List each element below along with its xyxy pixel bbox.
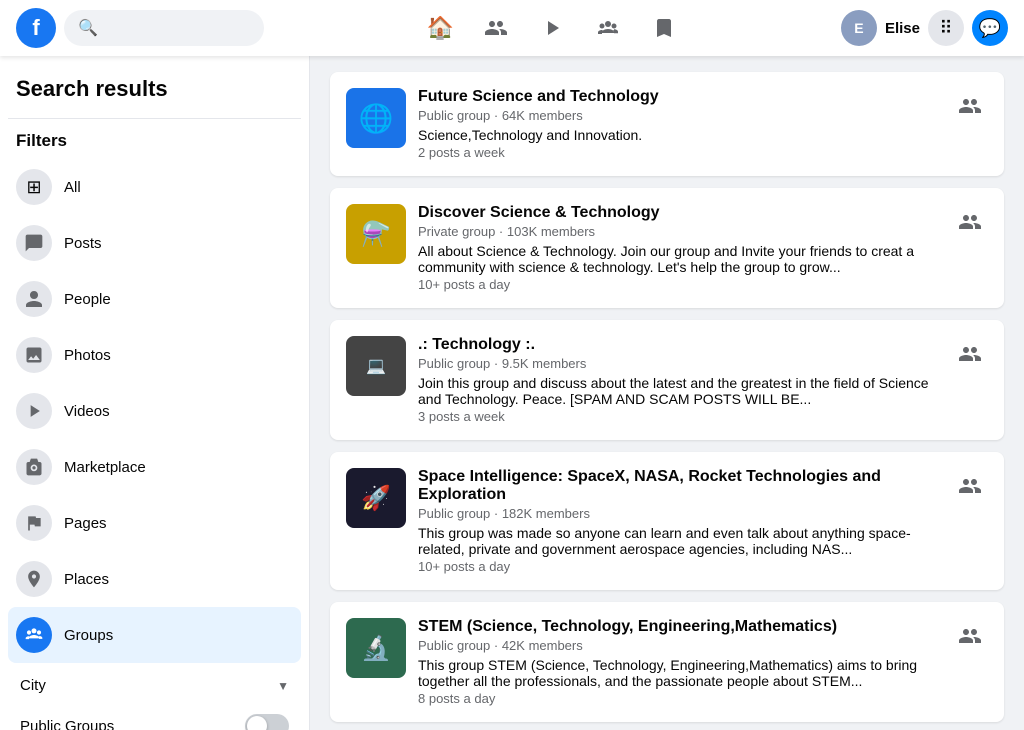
- group-desc-space-intelligence: This group was made so anyone can learn …: [418, 525, 940, 557]
- app-launcher-button[interactable]: ⠿: [928, 10, 964, 46]
- sidebar-item-label-marketplace: Marketplace: [64, 459, 146, 476]
- group-avatar-discover-science: ⚗️: [346, 204, 406, 264]
- group-join-button-space-intelligence[interactable]: [952, 468, 988, 504]
- user-name: Elise: [885, 20, 920, 37]
- search-icon: 🔍: [78, 18, 98, 38]
- sidebar-item-groups[interactable]: Groups: [8, 607, 301, 663]
- videos-icon: [16, 393, 52, 429]
- public-groups-label: Public Groups: [20, 718, 114, 730]
- group-desc-stem: This group STEM (Science, Technology, En…: [418, 657, 940, 689]
- groups-icon: [16, 617, 52, 653]
- sidebar-item-photos[interactable]: Photos: [8, 327, 301, 383]
- group-name-space-intelligence[interactable]: Space Intelligence: SpaceX, NASA, Rocket…: [418, 468, 940, 504]
- sidebar-item-places[interactable]: Places: [8, 551, 301, 607]
- nav-right: E Elise ⠿ 💬: [841, 10, 1008, 46]
- group-activity-technology: 3 posts a week: [418, 409, 940, 424]
- group-activity-discover-science: 10+ posts a day: [418, 277, 940, 292]
- group-meta-technology: Public group · 9.5K members: [418, 356, 940, 371]
- sidebar-item-label-photos: Photos: [64, 347, 111, 364]
- home-nav-button[interactable]: 🏠: [416, 4, 464, 52]
- photos-icon: [16, 337, 52, 373]
- sidebar-item-videos[interactable]: Videos: [8, 383, 301, 439]
- main-content: 🌐 Future Science and Technology Public g…: [310, 56, 1024, 730]
- group-desc-discover-science: All about Science & Technology. Join our…: [418, 243, 940, 275]
- people-icon: [16, 281, 52, 317]
- group-join-button-technology[interactable]: [952, 336, 988, 372]
- group-join-button-discover-science[interactable]: [952, 204, 988, 240]
- group-info-stem: STEM (Science, Technology, Engineering,M…: [418, 618, 940, 706]
- search-input[interactable]: technology: [104, 20, 254, 37]
- marketplace-icon: [16, 449, 52, 485]
- sidebar-item-label-groups: Groups: [64, 627, 113, 644]
- search-box: 🔍 technology: [64, 10, 264, 46]
- group-name-future-science[interactable]: Future Science and Technology: [418, 88, 940, 106]
- sidebar-title: Search results: [8, 68, 301, 114]
- nav-left: f 🔍 technology: [16, 8, 264, 48]
- group-info-discover-science: Discover Science & Technology Private gr…: [418, 204, 940, 292]
- sidebar-item-label-places: Places: [64, 571, 109, 588]
- saved-nav-button[interactable]: [640, 4, 688, 52]
- sidebar-item-marketplace[interactable]: Marketplace: [8, 439, 301, 495]
- group-meta-space-intelligence: Public group · 182K members: [418, 506, 940, 521]
- all-icon: ⊞: [16, 169, 52, 205]
- sidebar-divider: [8, 118, 301, 119]
- messenger-button[interactable]: 💬: [972, 10, 1008, 46]
- places-icon: [16, 561, 52, 597]
- sidebar-item-label-all: All: [64, 179, 81, 196]
- group-avatar-technology: 💻: [346, 336, 406, 396]
- group-card-stem: 🔬 STEM (Science, Technology, Engineering…: [330, 602, 1004, 722]
- group-join-button-stem[interactable]: [952, 618, 988, 654]
- group-avatar-future-science: 🌐: [346, 88, 406, 148]
- pages-icon: [16, 505, 52, 541]
- group-info-space-intelligence: Space Intelligence: SpaceX, NASA, Rocket…: [418, 468, 940, 574]
- group-join-button-future-science[interactable]: [952, 88, 988, 124]
- group-card-technology: 💻 .: Technology :. Public group · 9.5K m…: [330, 320, 1004, 440]
- watch-nav-button[interactable]: [528, 4, 576, 52]
- sidebar-item-label-pages: Pages: [64, 515, 107, 532]
- sidebar-item-all[interactable]: ⊞ All: [8, 159, 301, 215]
- group-meta-future-science: Public group · 64K members: [418, 108, 940, 123]
- group-card-space-intelligence: 🚀 Space Intelligence: SpaceX, NASA, Rock…: [330, 452, 1004, 590]
- user-avatar[interactable]: E: [841, 10, 877, 46]
- group-name-stem[interactable]: STEM (Science, Technology, Engineering,M…: [418, 618, 940, 636]
- groups-nav-button[interactable]: [584, 4, 632, 52]
- sidebar-item-pages[interactable]: Pages: [8, 495, 301, 551]
- group-desc-future-science: Science,Technology and Innovation.: [418, 127, 940, 143]
- public-groups-filter-row[interactable]: Public Groups: [16, 704, 293, 730]
- group-name-technology[interactable]: .: Technology :.: [418, 336, 940, 354]
- sidebar-item-label-people: People: [64, 291, 111, 308]
- group-meta-stem: Public group · 42K members: [418, 638, 940, 653]
- posts-icon: [16, 225, 52, 261]
- group-activity-space-intelligence: 10+ posts a day: [418, 559, 940, 574]
- main-layout: Search results Filters ⊞ All Posts Peopl…: [0, 56, 1024, 730]
- group-card-discover-science: ⚗️ Discover Science & Technology Private…: [330, 188, 1004, 308]
- sidebar: Search results Filters ⊞ All Posts Peopl…: [0, 56, 310, 730]
- facebook-logo[interactable]: f: [16, 8, 56, 48]
- sidebar-item-label-videos: Videos: [64, 403, 110, 420]
- sidebar-item-posts[interactable]: Posts: [8, 215, 301, 271]
- public-groups-toggle[interactable]: [245, 714, 289, 730]
- group-info-future-science: Future Science and Technology Public gro…: [418, 88, 940, 160]
- group-avatar-space-intelligence: 🚀: [346, 468, 406, 528]
- group-card-future-science: 🌐 Future Science and Technology Public g…: [330, 72, 1004, 176]
- group-meta-discover-science: Private group · 103K members: [418, 224, 940, 239]
- group-avatar-stem: 🔬: [346, 618, 406, 678]
- sidebar-item-label-posts: Posts: [64, 235, 102, 252]
- friends-nav-button[interactable]: [472, 4, 520, 52]
- group-activity-stem: 8 posts a day: [418, 691, 940, 706]
- sub-filters: City ▼ Public Groups My Groups: [8, 663, 301, 730]
- top-nav: f 🔍 technology 🏠 E Elise ⠿ 💬: [0, 0, 1024, 56]
- filters-label: Filters: [8, 127, 301, 159]
- nav-center: 🏠: [264, 4, 841, 52]
- group-info-technology: .: Technology :. Public group · 9.5K mem…: [418, 336, 940, 424]
- group-activity-future-science: 2 posts a week: [418, 145, 940, 160]
- sidebar-item-people[interactable]: People: [8, 271, 301, 327]
- city-filter-label: City: [20, 677, 46, 694]
- city-chevron-icon: ▼: [277, 679, 289, 693]
- group-name-discover-science[interactable]: Discover Science & Technology: [418, 204, 940, 222]
- city-filter-row[interactable]: City ▼: [16, 667, 293, 704]
- group-desc-technology: Join this group and discuss about the la…: [418, 375, 940, 407]
